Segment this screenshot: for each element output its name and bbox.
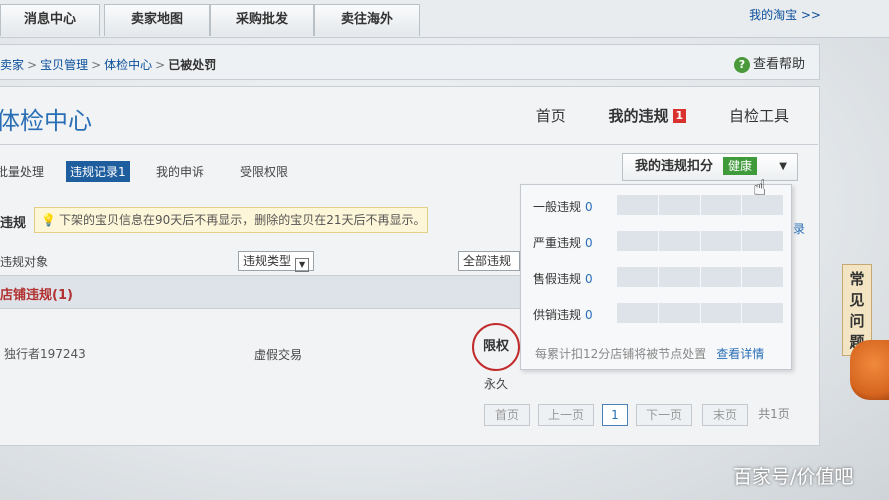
- score-bar: [617, 303, 783, 323]
- tab-records[interactable]: 违规记录1: [66, 161, 130, 182]
- popup-row: 一般违规 0: [533, 193, 788, 217]
- right-edge-text: 录: [793, 222, 806, 236]
- notice-box: 💡 下架的宝贝信息在90天后不再显示，删除的宝贝在21天后不再显示。: [34, 207, 428, 233]
- notice-row: 违规 💡 下架的宝贝信息在90天后不再显示，删除的宝贝在21天后不再显示。: [0, 205, 520, 235]
- row-duration: 永久: [484, 377, 509, 391]
- section-shop-violations: 店铺违规(1): [0, 275, 520, 309]
- chevron-down-icon: ▼: [295, 258, 310, 272]
- breadcrumb-check-center[interactable]: 体检中心: [104, 58, 152, 72]
- tab-seller-map[interactable]: 卖家地图: [104, 4, 210, 36]
- breadcrumb-bar: 卖家 > 宝贝管理 > 体检中心 > 已被处罚 ? 查看帮助: [0, 44, 820, 80]
- popup-note: 每累计扣12分店铺将被节点处置 查看详情: [535, 347, 765, 361]
- deduct-popup: 一般违规 0 严重违规 0 售假违规 0 供销违规 0 每累计扣12分店铺将被节点处置查…: [520, 184, 792, 370]
- breadcrumb: 卖家 > 宝贝管理 > 体检中心 > 已被处罚: [0, 58, 217, 72]
- chevron-down-icon: ▼: [779, 161, 787, 172]
- penalty-stamp: 限权: [472, 323, 520, 371]
- page-prev-button[interactable]: 上一页: [538, 404, 594, 426]
- page-current[interactable]: 1: [602, 404, 628, 426]
- col-object: 违规对象: [0, 255, 49, 269]
- main-nav: 首页 我的违规 1 自检工具: [498, 105, 789, 126]
- mascot-icon[interactable]: [850, 340, 889, 400]
- view-details-link[interactable]: 查看详情: [716, 347, 764, 361]
- popup-row: 供销违规 0: [533, 301, 788, 325]
- deduct-dropdown[interactable]: 我的违规扣分 健康 ▼: [622, 153, 798, 181]
- tab-batch[interactable]: 批量处理: [0, 163, 44, 180]
- row-type: 虚假交易: [254, 348, 303, 362]
- breadcrumb-seller[interactable]: 卖家: [0, 58, 24, 72]
- hand-cursor-icon: ☝: [753, 176, 767, 201]
- my-taobao-link[interactable]: 我的淘宝 >>: [749, 6, 821, 23]
- table-header: 违规对象 违规类型 ▼ 全部违规: [0, 247, 520, 272]
- question-icon: ?: [733, 57, 750, 73]
- page-first-button[interactable]: 首页: [484, 404, 530, 426]
- top-nav: 消息中心 卖家地图 采购批发 卖往海外 我的淘宝 >>: [0, 0, 889, 38]
- table-row: 独行者197243 虚假交易 限权 永久: [0, 317, 560, 391]
- tab-sell-overseas[interactable]: 卖往海外: [314, 4, 420, 36]
- breadcrumb-item-manage[interactable]: 宝贝管理: [40, 58, 88, 72]
- row-object: 独行者197243: [4, 347, 86, 361]
- lightbulb-icon: 💡: [41, 213, 56, 227]
- all-select[interactable]: 全部违规: [458, 251, 520, 271]
- tab-restricted[interactable]: 受限权限: [240, 163, 288, 180]
- divider: [0, 144, 818, 145]
- page-total: 共1页: [758, 407, 790, 421]
- score-bar: [617, 231, 783, 251]
- type-select[interactable]: 违规类型 ▼: [238, 251, 315, 272]
- help-link[interactable]: ? 查看帮助: [733, 53, 805, 73]
- page-last-button[interactable]: 末页: [702, 404, 748, 426]
- tab-message-center[interactable]: 消息中心: [0, 4, 100, 36]
- watermark: 百家号/价值吧: [733, 466, 854, 488]
- score-bar: [617, 267, 783, 287]
- popup-row: 严重违规 0: [533, 229, 788, 253]
- nav-my-violations[interactable]: 我的违规 1: [609, 107, 687, 125]
- popup-row: 售假违规 0: [533, 265, 788, 289]
- page-title: 体检中心: [0, 107, 92, 135]
- tab-appeals[interactable]: 我的申诉: [156, 163, 204, 180]
- page-next-button[interactable]: 下一页: [636, 404, 692, 426]
- breadcrumb-current: 已被处罚: [168, 58, 217, 72]
- violations-badge: 1: [672, 109, 687, 123]
- nav-home[interactable]: 首页: [536, 107, 566, 125]
- health-badge: 健康: [723, 157, 758, 175]
- tab-wholesale[interactable]: 采购批发: [210, 4, 314, 36]
- nav-self-check[interactable]: 自检工具: [729, 107, 789, 125]
- notice-label: 违规: [0, 216, 27, 231]
- screen: 消息中心 卖家地图 采购批发 卖往海外 我的淘宝 >> 卖家 > 宝贝管理 > 体检中心…: [0, 0, 889, 500]
